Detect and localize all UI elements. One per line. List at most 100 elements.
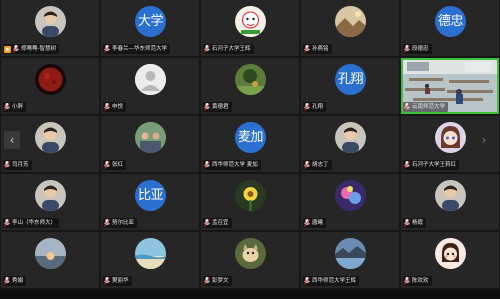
participant-name: 段德忠 xyxy=(412,46,429,52)
next-page-button[interactable]: › xyxy=(476,131,492,149)
mic-muted-icon xyxy=(13,45,19,53)
host-badge-icon xyxy=(4,45,11,53)
sunset-photo-icon xyxy=(35,238,66,269)
participant-tile[interactable]: 秀娟 xyxy=(1,232,99,288)
name-bar: 石河子大学王辉 xyxy=(203,44,254,54)
name-bar: 唐曦 xyxy=(303,218,327,228)
participant-name: 李山（华东师大） xyxy=(12,220,57,226)
participant-tile[interactable]: 麦加 西华师范大学 麦加 xyxy=(201,116,299,172)
name-bar: 李山（华东师大） xyxy=(3,218,60,228)
participant-name: 石河子大学王莉红 xyxy=(412,162,457,168)
name-bar: 黄德君 xyxy=(203,102,232,112)
participant-tile[interactable]: 比亚努尔比亚 xyxy=(101,174,199,230)
participant-name: 申悦 xyxy=(112,104,124,110)
name-bar: 石河子大学王莉红 xyxy=(403,160,460,170)
participant-tile[interactable]: 孙燕铭 xyxy=(301,0,399,56)
name-bar: 西华师范大学王辉 xyxy=(303,276,360,286)
participant-tile[interactable]: 申悦 xyxy=(101,58,199,114)
mic-muted-icon xyxy=(304,45,310,53)
profile-photo-icon xyxy=(35,122,66,153)
name-bar: 努尔比亚 xyxy=(103,218,138,228)
mic-muted-icon xyxy=(404,103,410,111)
participant-tile[interactable]: 大学李春兰—华东师范大学 xyxy=(101,0,199,56)
participant-tile[interactable]: 云南师范大学 xyxy=(401,58,499,114)
participant-name: 李春兰—华东师范大学 xyxy=(112,46,168,52)
mic-muted-icon xyxy=(204,161,210,169)
purple-art-icon xyxy=(335,180,366,211)
participant-tile[interactable]: 孔翔 孔翔 xyxy=(301,58,399,114)
beach-photo-icon xyxy=(135,238,166,269)
name-bar: 孔翔 xyxy=(303,102,327,112)
participant-name: 胡志丁 xyxy=(312,162,329,168)
mic-muted-icon xyxy=(204,277,210,285)
participant-name: 唐曦 xyxy=(312,220,324,226)
mic-muted-icon xyxy=(404,219,410,227)
participant-name: 努尔比亚 xyxy=(112,220,135,226)
mic-muted-icon xyxy=(404,161,410,169)
participant-tile[interactable]: 石河子大学王辉 xyxy=(201,0,299,56)
participant-tile[interactable]: 杨霞 xyxy=(401,174,499,230)
mic-muted-icon xyxy=(104,161,110,169)
name-bar: 孙燕铭 xyxy=(303,44,332,54)
name-bar: 郑骞骞-智慧树 xyxy=(3,44,59,54)
name-bar: 司月芳 xyxy=(3,160,32,170)
mic-muted-icon xyxy=(204,219,210,227)
pet-photo-icon xyxy=(235,238,266,269)
lake-photo-icon xyxy=(335,238,366,269)
participant-tile[interactable]: 西华师范大学王辉 xyxy=(301,232,399,288)
bottom-bar xyxy=(0,290,500,299)
text-avatar: 大学 xyxy=(135,6,166,37)
name-bar: 申悦 xyxy=(103,102,127,112)
participant-name: 孟召宜 xyxy=(212,220,229,226)
participant-name: 彭梦文 xyxy=(212,278,229,284)
mic-muted-icon xyxy=(304,219,310,227)
participant-tile[interactable]: 孟召宜 xyxy=(201,174,299,230)
landscape-photo-icon xyxy=(335,6,366,37)
participant-tile[interactable]: 德忠段德忠 xyxy=(401,0,499,56)
text-avatar: 德忠 xyxy=(435,6,466,37)
participant-tile[interactable]: 李山（华东师大） xyxy=(1,174,99,230)
participant-tile[interactable]: 胡志丁 xyxy=(301,116,399,172)
participant-name: 西华师范大学 麦加 xyxy=(212,162,258,168)
mic-muted-icon xyxy=(104,277,110,285)
name-bar: 张红 xyxy=(103,160,127,170)
participant-tile[interactable]: 唐曦 xyxy=(301,174,399,230)
participant-tile[interactable]: 彭梦文 xyxy=(201,232,299,288)
name-bar: 云南师范大学 xyxy=(403,102,449,112)
participant-name: 孙燕铭 xyxy=(312,46,329,52)
profile-photo-icon xyxy=(335,122,366,153)
participant-name: 张红 xyxy=(112,162,124,168)
name-bar: 小胖 xyxy=(3,102,27,112)
text-avatar: 孔翔 xyxy=(335,64,366,95)
participant-tile[interactable]: 郑骞骞-智慧树 xyxy=(1,0,99,56)
participant-grid: 郑骞骞-智慧树 大学 李春兰—华东师范大学 石河子大学王辉 孙燕铭 德忠 段德忠 小胖 申悦 黄德… xyxy=(0,0,500,290)
participant-tile[interactable]: 黄德君 xyxy=(201,58,299,114)
mic-muted-icon xyxy=(204,103,210,111)
participant-tile[interactable]: 樊丽华 xyxy=(101,232,199,288)
participant-tile[interactable]: 陈欢欢 xyxy=(401,232,499,288)
profile-photo-icon xyxy=(35,180,66,211)
participant-name: 孔翔 xyxy=(312,104,324,110)
mic-muted-icon xyxy=(4,219,10,227)
name-bar: 胡志丁 xyxy=(303,160,332,170)
text-avatar: 比亚 xyxy=(135,180,166,211)
prev-page-button[interactable]: ‹ xyxy=(4,131,20,149)
name-bar: 樊丽华 xyxy=(103,276,132,286)
default-user-icon xyxy=(135,64,166,95)
participant-name: 西华师范大学王辉 xyxy=(312,278,357,284)
participant-name: 杨霞 xyxy=(412,220,424,226)
participant-tile[interactable]: 小胖 xyxy=(1,58,99,114)
mic-muted-icon xyxy=(204,45,210,53)
participant-name: 小胖 xyxy=(12,104,24,110)
name-bar: 杨霞 xyxy=(403,218,427,228)
participant-name: 郑骞骞-智慧树 xyxy=(21,46,56,52)
mic-muted-icon xyxy=(304,103,310,111)
group-photo-icon xyxy=(135,122,166,153)
cartoon-girl-icon xyxy=(435,238,466,269)
participant-tile[interactable]: 张红 xyxy=(101,116,199,172)
mic-muted-icon xyxy=(104,219,110,227)
mic-muted-icon xyxy=(104,45,110,53)
name-bar: 秀娟 xyxy=(3,276,27,286)
participant-name: 陈欢欢 xyxy=(412,278,429,284)
nature-photo-icon xyxy=(235,64,266,95)
